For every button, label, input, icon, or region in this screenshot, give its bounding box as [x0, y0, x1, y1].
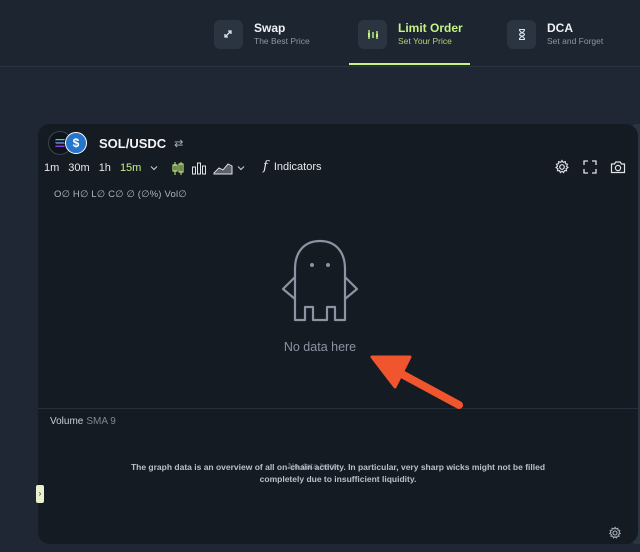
- timeframe-1m[interactable]: 1m: [44, 162, 59, 174]
- top-nav: Swap The Best Price Limit Order Set Your…: [0, 0, 640, 67]
- side-panel-toggle[interactable]: ›: [36, 485, 44, 503]
- switch-pair-icon[interactable]: ⇄: [174, 137, 183, 150]
- gear-icon[interactable]: [608, 526, 622, 540]
- ghost-icon: [281, 239, 359, 322]
- volume-sma-label: SMA 9: [86, 416, 116, 427]
- tab-limit-order-title: Limit Order: [398, 21, 463, 35]
- indicators-label: Indicators: [273, 160, 322, 173]
- chart-disclaimer: The graph data is an overview of all on-…: [130, 462, 546, 484]
- volume-legend: Volume SMA 9: [50, 416, 116, 427]
- swap-arrows-icon: [214, 19, 243, 49]
- timeframe-30m[interactable]: 30m: [68, 162, 89, 174]
- chart-tools: [544, 158, 628, 176]
- hourglass-icon: [507, 19, 536, 49]
- chevron-down-icon[interactable]: [237, 165, 245, 171]
- toolbar: 1m 30m 1h 15m: [44, 160, 251, 176]
- chart-panel: $ SOL/USDC ⇄ 1m 30m 1h 15m f Indicators: [38, 124, 638, 544]
- active-tab-indicator: [349, 63, 470, 65]
- tab-limit-order-subtitle: Set Your Price: [398, 36, 452, 46]
- tab-dca-subtitle: Set and Forget: [547, 36, 604, 46]
- candlestick-icon[interactable]: [171, 161, 185, 176]
- timeframe-1h[interactable]: 1h: [99, 162, 111, 174]
- gear-icon[interactable]: [552, 158, 572, 176]
- area-chart-icon[interactable]: [213, 161, 233, 175]
- volume-label: Volume: [50, 416, 84, 427]
- ohlc-readout: O∅ H∅ L∅ C∅ ∅ (∅%) Vol∅: [54, 189, 187, 200]
- bar-chart-icon[interactable]: [191, 161, 207, 175]
- fullscreen-icon[interactable]: [580, 158, 600, 176]
- empty-state-text: No data here: [283, 340, 357, 354]
- tab-dca[interactable]: DCA Set and Forget: [507, 14, 603, 54]
- chevron-down-icon[interactable]: [150, 165, 158, 171]
- tab-swap-title: Swap: [254, 21, 286, 35]
- limit-order-icon: [358, 19, 387, 49]
- pane-divider[interactable]: [38, 408, 638, 409]
- usdc-token-icon: $: [65, 132, 87, 154]
- indicators-button[interactable]: f Indicators: [263, 159, 322, 174]
- timeframe-15m[interactable]: 15m: [120, 162, 141, 174]
- pair-selector[interactable]: $ SOL/USDC ⇄: [48, 131, 183, 155]
- tab-dca-title: DCA: [547, 21, 573, 35]
- tab-swap-subtitle: The Best Price: [254, 36, 310, 46]
- camera-icon[interactable]: [608, 158, 628, 176]
- function-icon: f: [263, 159, 268, 174]
- tab-limit-order[interactable]: Limit Order Set Your Price: [358, 14, 463, 54]
- pair-name: SOL/USDC: [99, 135, 167, 151]
- tab-swap[interactable]: Swap The Best Price: [214, 14, 310, 54]
